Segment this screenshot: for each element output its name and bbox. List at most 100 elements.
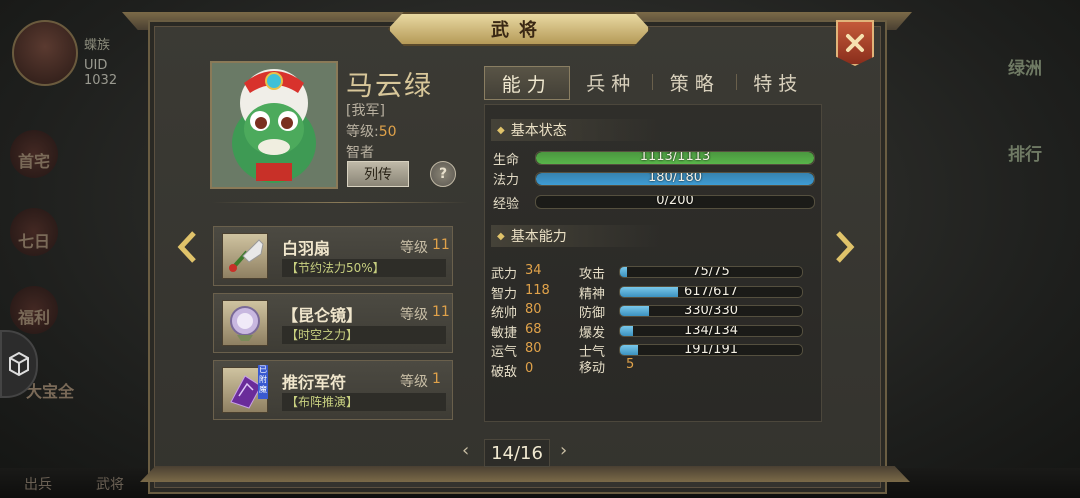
menu-item-ranking[interactable]: 排行 [1008, 140, 1042, 165]
hp-bar: 1113/1113 [535, 151, 815, 165]
bottom-item-dispatch[interactable]: 出兵 [24, 474, 52, 494]
hero-portrait [210, 61, 338, 189]
equipment-description: 【布阵推演】 [282, 393, 446, 411]
combat-stat-value: 75/75 [692, 266, 730, 278]
attribute-name: 武力 [491, 267, 518, 282]
combat-stat-name: 爆发 [579, 326, 606, 341]
menu-item-oasis[interactable]: 绿洲 [1008, 54, 1042, 79]
attribute-value: 118 [525, 283, 550, 298]
section-divider [212, 202, 468, 203]
menu-item-seven-days[interactable]: 七日 [18, 228, 50, 252]
move-label: 移动 [579, 361, 606, 376]
exp-value: 0/200 [656, 195, 694, 208]
basic-status-title: 基本状态 [510, 123, 567, 139]
mp-bar: 180/180 [535, 172, 815, 186]
equipment-level: 1 [432, 371, 441, 387]
tab-ability[interactable]: 能力 [484, 66, 570, 100]
hero-level: 等级:50 [346, 121, 397, 141]
combat-stat-value: 134/134 [683, 325, 738, 337]
tab-troops-label: 兵种 [586, 72, 637, 95]
tab-strategy[interactable]: 策略 [653, 66, 737, 98]
next-hero-arrow[interactable] [832, 230, 856, 272]
window-title-plate: 武将 [388, 12, 650, 46]
player-name: 蝶族 [84, 38, 111, 53]
hero-page-indicator: 14/16 [484, 439, 550, 467]
menu-item-welfare[interactable]: 福利 [18, 304, 50, 328]
hp-label: 生命 [493, 153, 520, 168]
equipment-slot[interactable]: 已附魔 推衍军符 等级 1 【布阵推演】 [213, 360, 453, 420]
tab-skills[interactable]: 特技 [737, 66, 821, 98]
mp-label: 法力 [493, 173, 520, 188]
equipment-name: 白羽扇 [282, 239, 331, 258]
window-title: 武将 [491, 20, 547, 41]
attribute-value: 68 [525, 322, 542, 337]
close-button[interactable] [836, 20, 874, 66]
combat-stat-value: 617/617 [683, 286, 738, 298]
equipment-description: 【节约法力50%】 [282, 259, 446, 277]
hero-level-value: 50 [378, 124, 397, 140]
tab-bar: 能力 兵种 策略 特技 [484, 66, 821, 100]
bottom-item-generals[interactable]: 武将 [96, 474, 124, 494]
chevron-right-icon [836, 231, 855, 263]
close-icon [846, 34, 864, 52]
combat-stat-value: 330/330 [683, 305, 738, 317]
attribute-value: 80 [525, 341, 542, 356]
hero-faction: [我军] [346, 103, 385, 119]
equipment-description: 【时空之力】 [282, 326, 446, 344]
cube-icon [9, 351, 29, 377]
diamond-icon: ◆ [497, 124, 505, 136]
equipment-level-label: 等级 [400, 307, 428, 323]
basic-ability-title: 基本能力 [510, 229, 567, 245]
tab-strategy-label: 策略 [669, 72, 720, 95]
attribute-name: 敏捷 [491, 326, 518, 341]
equipment-level: 11 [432, 304, 450, 320]
attribute-value: 34 [525, 263, 542, 278]
page-prev-arrow[interactable]: ‹ [462, 440, 469, 461]
attribute-name: 智力 [491, 287, 518, 302]
mirror-icon [222, 300, 268, 346]
basic-ability-header: ◆ 基本能力 [491, 225, 661, 247]
previous-hero-arrow[interactable] [176, 230, 200, 272]
equipment-slot[interactable]: 白羽扇 等级 11 【节约法力50%】 [213, 226, 453, 286]
combat-stat-name: 攻击 [579, 267, 606, 282]
combat-stat-name: 防御 [579, 306, 606, 321]
help-button[interactable]: ? [430, 161, 456, 187]
hero-class: 智者 [346, 145, 374, 161]
equipment-name: 【昆仑镜】 [282, 306, 363, 325]
equipment-level-label: 等级 [400, 374, 428, 390]
page-next-arrow[interactable]: › [560, 440, 567, 461]
tab-troops[interactable]: 兵种 [570, 66, 653, 98]
enchanted-badge: 已附魔 [258, 365, 268, 399]
menu-item-home[interactable]: 首宅 [18, 148, 50, 172]
combat-stat-value: 191/191 [683, 344, 738, 356]
exp-bar: 0/200 [535, 195, 815, 209]
equipment-name: 推衍军符 [282, 373, 347, 392]
equipment-level: 11 [432, 237, 450, 253]
combat-stat-bar: 75/75 [619, 266, 803, 278]
attribute-value: 80 [525, 302, 542, 317]
hp-value: 1113/1113 [639, 151, 711, 164]
equipment-slot[interactable]: 【昆仑镜】 等级 11 【时空之力】 [213, 293, 453, 353]
basic-status-header: ◆ 基本状态 [491, 119, 661, 141]
chevron-left-icon [177, 231, 196, 263]
hero-name: 马云绿 [346, 71, 433, 102]
combat-stat-bar: 134/134 [619, 325, 803, 337]
feather-fan-icon [222, 233, 268, 279]
player-uid: UID 1032 [84, 58, 118, 88]
mp-value: 180/180 [647, 172, 702, 185]
combat-stat-bar: 330/330 [619, 305, 803, 317]
attribute-value: 0 [525, 361, 534, 376]
biography-button[interactable]: 列传 [347, 161, 409, 187]
hero-portrait-image [212, 63, 336, 187]
combat-stat-bar: 191/191 [619, 344, 803, 356]
background-right-menu: 绿洲 排行 [970, 0, 1080, 498]
move-value: 5 [626, 357, 635, 372]
hero-level-label: 等级: [346, 124, 379, 140]
equipment-level-label: 等级 [400, 240, 428, 256]
combat-stat-name: 精神 [579, 287, 606, 302]
exp-label: 经验 [493, 197, 520, 212]
attribute-name: 运气 [491, 345, 518, 360]
panel-bottom-frame [140, 466, 910, 482]
background-left-menu: 蝶族 UID 1032 首宅 七日 福利 大宝全 [0, 0, 140, 498]
player-avatar[interactable] [12, 20, 78, 86]
